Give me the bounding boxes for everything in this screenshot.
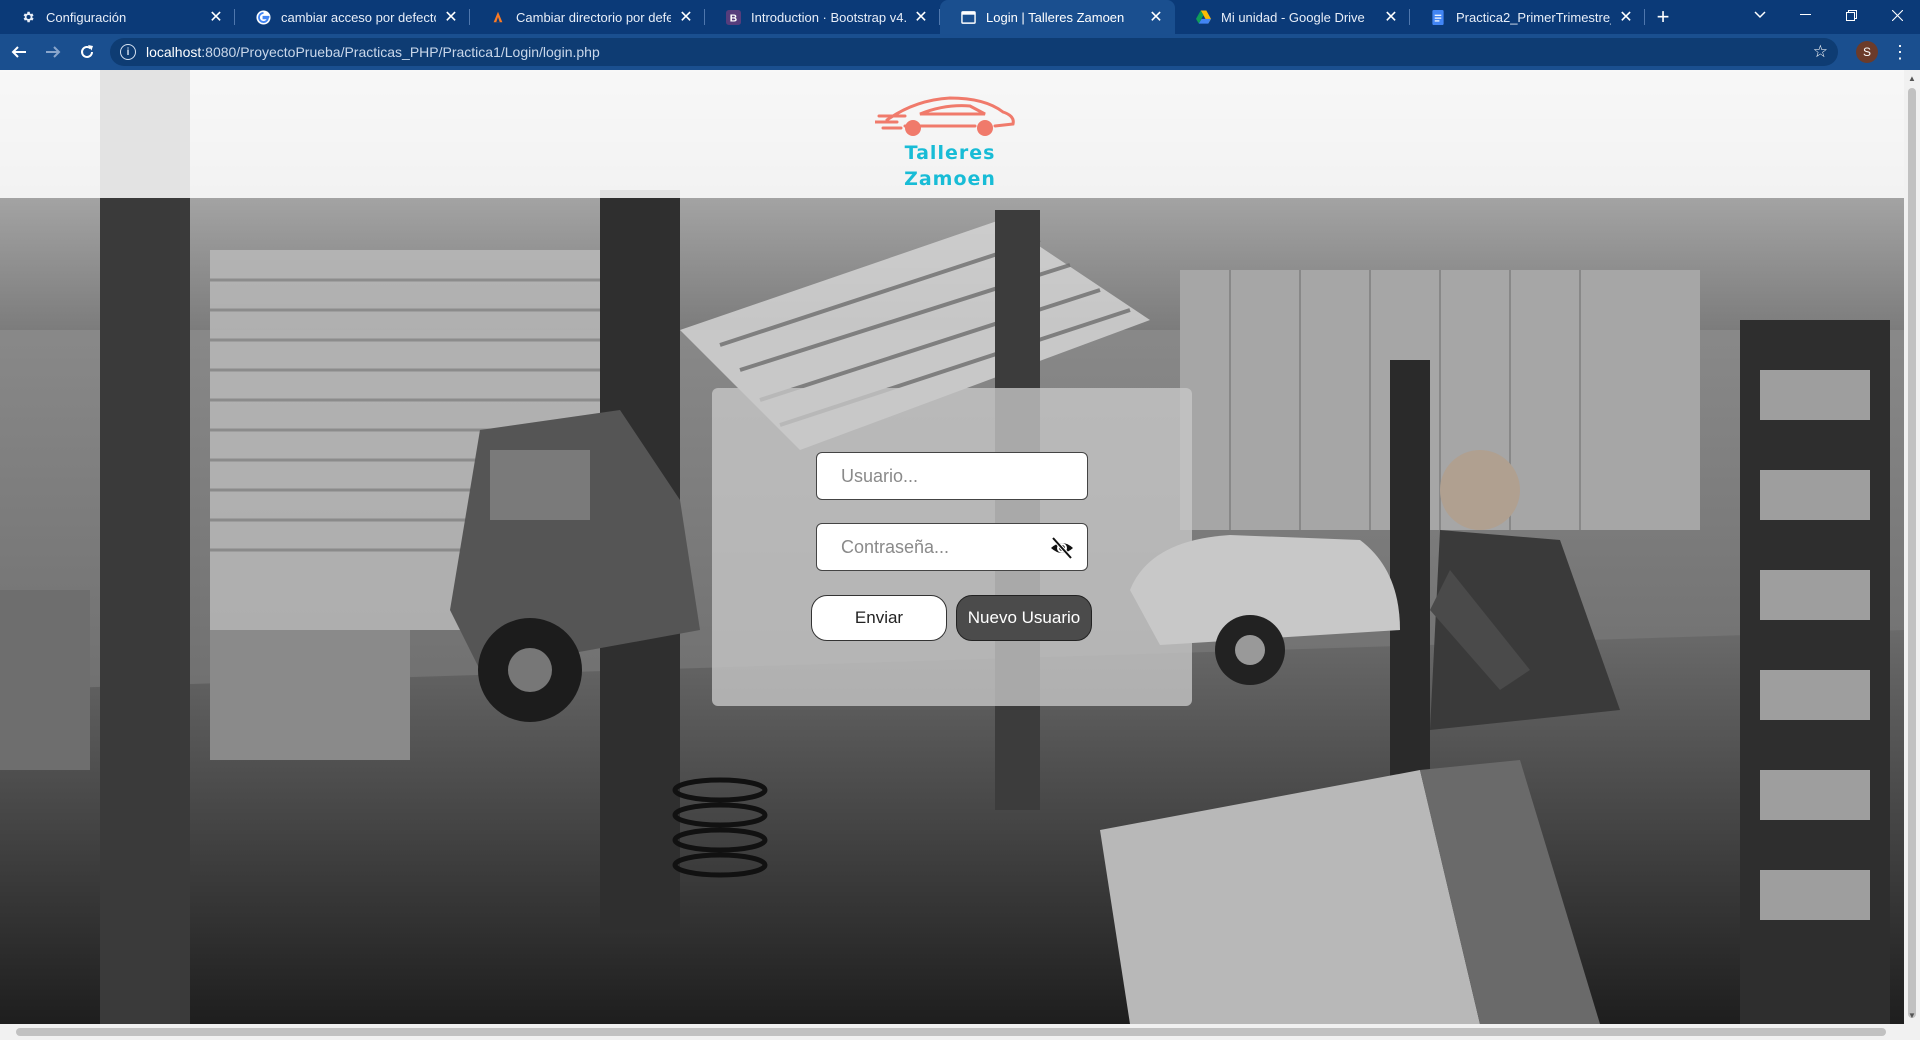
tab-google-drive[interactable]: Mi unidad - Google Drive ✕ <box>1175 0 1410 34</box>
talleres-zamoen-logo[interactable]: Talleres Zamoen <box>875 90 1025 190</box>
password-field[interactable] <box>816 523 1088 571</box>
horizontal-scroll-thumb[interactable] <box>16 1028 1886 1036</box>
gear-icon <box>20 9 36 25</box>
xampp-icon <box>490 9 506 25</box>
svg-text:B: B <box>729 13 736 24</box>
vertical-scroll-thumb[interactable] <box>1908 88 1916 1018</box>
car-logo-icon <box>875 96 1015 136</box>
close-tab-icon[interactable]: ✕ <box>207 8 225 26</box>
url-text: localhost:8080/ProyectoPrueba/Practicas_… <box>146 44 1813 60</box>
close-tab-icon[interactable]: ✕ <box>1617 8 1635 26</box>
logo-text-line2: Zamoen <box>904 168 996 190</box>
new-user-button[interactable]: Nuevo Usuario <box>956 595 1092 641</box>
eye-slash-icon[interactable] <box>1049 536 1075 560</box>
tab-configuracion[interactable]: Configuración ✕ <box>0 0 235 34</box>
vertical-scrollbar[interactable]: ▲ ▼ <box>1904 70 1920 1024</box>
tab-bootstrap[interactable]: B Introduction · Bootstrap v4.6 ✕ <box>705 0 940 34</box>
username-input[interactable] <box>841 465 1063 487</box>
bootstrap-icon: B <box>725 9 741 25</box>
google-drive-icon <box>1195 9 1211 25</box>
tab-title: Configuración <box>46 9 127 25</box>
scroll-up-icon[interactable]: ▲ <box>1908 74 1916 83</box>
browser-toolbar: i localhost:8080/ProyectoPrueba/Practica… <box>0 34 1920 70</box>
new-tab-button[interactable]: + <box>1645 0 1681 34</box>
address-bar[interactable]: i localhost:8080/ProyectoPrueba/Practica… <box>110 38 1838 66</box>
chevron-down-icon[interactable] <box>1740 0 1780 30</box>
tab-xampp[interactable]: Cambiar directorio por defecto d ✕ <box>470 0 705 34</box>
tab-title: Introduction · Bootstrap v4.6 <box>751 9 906 25</box>
tab-login-active[interactable]: Login | Talleres Zamoen ✕ <box>940 0 1175 34</box>
logo-text-line1: Talleres <box>904 142 996 164</box>
page-viewport: Talleres Zamoen Enviar Nuevo Usuario <box>0 70 1904 1024</box>
tab-google-docs[interactable]: Practica2_PrimerTrimestre_Juanf ✕ <box>1410 0 1645 34</box>
docs-icon <box>1430 9 1446 25</box>
tab-title: Login | Talleres Zamoen <box>986 9 1125 25</box>
window-controls <box>1782 0 1920 34</box>
scroll-down-icon[interactable]: ▼ <box>1908 1011 1916 1020</box>
minimize-icon[interactable] <box>1782 0 1828 30</box>
back-icon[interactable] <box>4 37 34 67</box>
tab-list: Configuración ✕ cambiar acceso por defec… <box>0 0 1681 34</box>
close-window-icon[interactable] <box>1874 0 1920 30</box>
password-input[interactable] <box>841 536 1063 558</box>
url-path: :8080/ProyectoPrueba/Practicas_PHP/Pract… <box>201 44 600 60</box>
tab-google-search[interactable]: cambiar acceso por defecto fich ✕ <box>235 0 470 34</box>
username-field[interactable] <box>816 452 1088 500</box>
reload-icon[interactable] <box>72 37 102 67</box>
close-tab-icon[interactable]: ✕ <box>677 8 695 26</box>
tab-strip: Configuración ✕ cambiar acceso por defec… <box>0 0 1920 34</box>
close-tab-icon[interactable]: ✕ <box>1147 8 1165 26</box>
url-host: localhost <box>146 44 202 60</box>
site-info-icon[interactable]: i <box>120 44 136 60</box>
tab-title: Cambiar directorio por defecto d <box>516 9 671 25</box>
more-menu-icon[interactable]: ⋮ <box>1888 42 1912 63</box>
close-tab-icon[interactable]: ✕ <box>912 8 930 26</box>
submit-button[interactable]: Enviar <box>811 595 947 641</box>
horizontal-scrollbar[interactable] <box>0 1024 1920 1040</box>
restore-icon[interactable] <box>1828 0 1874 30</box>
close-tab-icon[interactable]: ✕ <box>1382 8 1400 26</box>
tab-title: Mi unidad - Google Drive <box>1221 9 1365 25</box>
page-icon <box>960 9 976 25</box>
close-tab-icon[interactable]: ✕ <box>442 8 460 26</box>
profile-avatar[interactable]: S <box>1856 41 1878 63</box>
forward-icon[interactable] <box>38 37 68 67</box>
login-card: Enviar Nuevo Usuario <box>712 388 1192 706</box>
tab-title: Practica2_PrimerTrimestre_Juanf <box>1456 9 1611 25</box>
google-icon <box>255 9 271 25</box>
page-header: Talleres Zamoen <box>0 70 1904 198</box>
tab-title: cambiar acceso por defecto fich <box>281 9 436 25</box>
bookmark-star-icon[interactable]: ☆ <box>1813 42 1828 62</box>
